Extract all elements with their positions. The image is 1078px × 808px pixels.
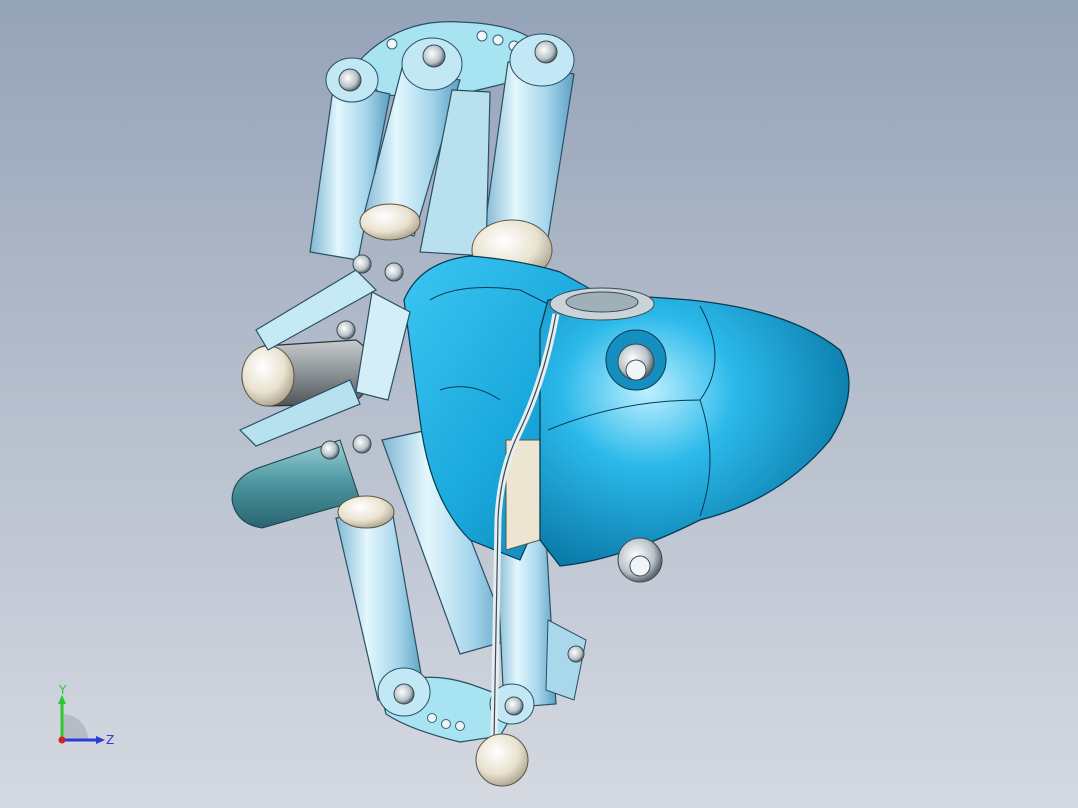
gear-ring[interactable]	[549, 287, 655, 321]
z-axis-label: Z	[106, 733, 114, 747]
cad-viewport[interactable]: Y Z	[0, 0, 1078, 808]
axis-triad: Y Z	[58, 684, 114, 747]
wrist-housing[interactable]	[539, 287, 850, 583]
lower-joint[interactable]	[337, 495, 395, 529]
housing-bolt-upper[interactable]	[605, 329, 667, 391]
y-axis-label: Y	[58, 684, 67, 697]
robotic-hand-model[interactable]	[0, 0, 1078, 808]
housing-bolt-lower[interactable]	[617, 537, 663, 583]
x-axis-dot	[58, 736, 66, 744]
z-axis-arrow	[96, 736, 105, 744]
fingertip-ball[interactable]	[475, 733, 529, 787]
